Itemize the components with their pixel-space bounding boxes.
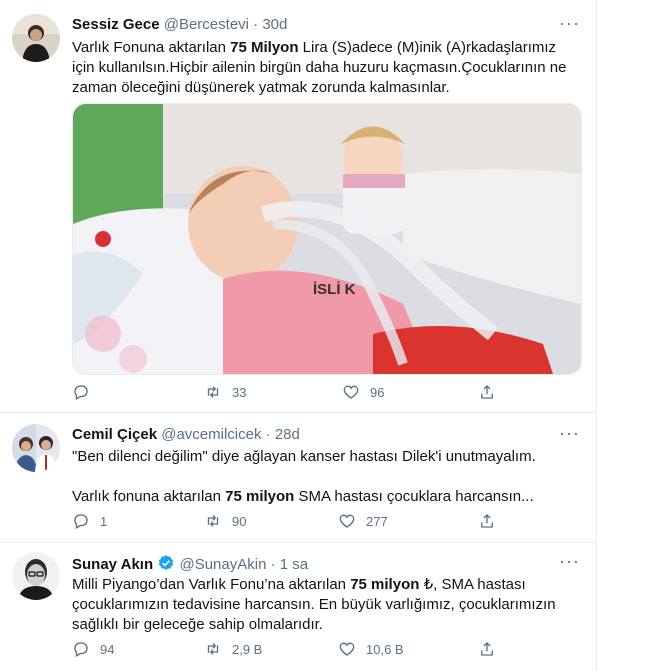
reply-icon — [74, 642, 88, 657]
tweet-header: Sessiz Gece @Bercestevi · 30d — [72, 16, 287, 33]
tweet-actions: 94 2,9 B 10,6 B — [72, 640, 512, 660]
reply-count: 94 — [100, 641, 115, 657]
reply-icon — [74, 514, 88, 529]
retweet-button[interactable]: 33 — [204, 383, 246, 401]
tweet-actions: 33 96 — [72, 383, 512, 403]
tweet-text: "Ben dilenci değilim" diye ağlayan kanse… — [72, 447, 577, 507]
tweet-text-line: Varlık fonuna aktarılan 75 milyon SMA ha… — [72, 487, 577, 507]
tweet-text-bold: 75 milyon — [350, 576, 420, 593]
timeline: Sessiz Gece @Bercestevi · 30d ··· Varlık… — [0, 0, 597, 671]
tweet-text-part: SMA hastası çocuklara harcansın... — [294, 488, 534, 505]
timestamp[interactable]: 30d — [262, 16, 287, 33]
tweet-header: Cemil Çiçek @avcemilcicek · 28d — [72, 426, 300, 443]
separator-dot: · — [253, 16, 259, 33]
avatar[interactable] — [12, 14, 60, 62]
share-button[interactable] — [478, 383, 496, 401]
author-name[interactable]: Sunay Akın — [72, 556, 153, 573]
retweet-icon — [207, 515, 219, 527]
author-handle[interactable]: @Bercestevi — [164, 16, 249, 33]
reply-button[interactable]: 1 — [72, 512, 107, 530]
reply-count: 1 — [100, 513, 108, 529]
separator-dot: · — [265, 426, 271, 443]
author-name[interactable]: Cemil Çiçek — [72, 426, 157, 443]
author-handle[interactable]: @SunayAkin — [179, 556, 266, 573]
tweet-actions: 1 90 277 — [72, 512, 512, 532]
share-button[interactable] — [478, 512, 496, 530]
retweet-count: 33 — [232, 384, 247, 400]
more-options-icon[interactable]: ··· — [559, 551, 580, 572]
reply-button[interactable] — [72, 383, 100, 401]
like-button[interactable]: 10,6 B — [338, 640, 404, 658]
retweet-count: 2,9 B — [232, 641, 263, 657]
heart-icon — [343, 385, 359, 399]
like-count: 277 — [366, 513, 388, 529]
heart-icon — [339, 514, 355, 528]
tweet-photo[interactable]: İSLİ K — [72, 103, 582, 375]
more-options-icon[interactable]: ··· — [559, 13, 580, 34]
like-button[interactable]: 277 — [338, 512, 388, 530]
like-button[interactable]: 96 — [342, 383, 384, 401]
tweet[interactable]: Cemil Çiçek @avcemilcicek · 28d ··· "Ben… — [0, 412, 596, 543]
tweet-text-bold: 75 milyon — [225, 488, 295, 505]
author-name[interactable]: Sessiz Gece — [72, 16, 160, 33]
share-icon — [481, 385, 493, 399]
tweet-text-part: Varlık Fonuna aktarılan — [72, 39, 231, 56]
retweet-button[interactable]: 90 — [204, 512, 246, 530]
tweet-text-line: "Ben dilenci değilim" diye ağlayan kanse… — [72, 448, 536, 465]
share-icon — [481, 642, 493, 656]
verified-badge-icon — [159, 555, 174, 570]
retweet-icon — [207, 386, 219, 398]
share-icon — [481, 514, 493, 528]
tweet-header: Sunay Akın @SunayAkin · 1 sa — [72, 554, 308, 573]
avatar[interactable] — [12, 552, 60, 600]
retweet-button[interactable]: 2,9 B — [204, 640, 262, 658]
more-options-icon[interactable]: ··· — [559, 423, 580, 444]
avatar[interactable] — [12, 424, 60, 472]
heart-icon — [339, 642, 355, 656]
tweet[interactable]: Sessiz Gece @Bercestevi · 30d ··· Varlık… — [0, 0, 596, 413]
share-button[interactable] — [478, 640, 496, 658]
tweet-text-part: Milli Piyango’dan Varlık Fonu’na aktarıl… — [72, 576, 351, 593]
photo-caption: İSLİ K — [313, 281, 356, 298]
retweet-count: 90 — [232, 513, 247, 529]
tweet-text-part: Varlık fonuna aktarılan — [72, 488, 226, 505]
like-count: 96 — [370, 384, 385, 400]
tweet[interactable]: Sunay Akın @SunayAkin · 1 sa ··· Milli P… — [0, 542, 596, 671]
retweet-icon — [207, 643, 219, 655]
reply-button[interactable]: 94 — [72, 640, 114, 658]
timestamp[interactable]: 28d — [275, 426, 300, 443]
like-count: 10,6 B — [366, 641, 404, 657]
tweet-text-bold: 75 Milyon — [230, 39, 299, 56]
tweet-text: Varlık Fonuna aktarılan 75 Milyon Lira (… — [72, 38, 577, 98]
timestamp[interactable]: 1 sa — [280, 556, 308, 573]
tweet-text: Milli Piyango’dan Varlık Fonu’na aktarıl… — [72, 575, 577, 635]
separator-dot: · — [270, 556, 276, 573]
author-handle[interactable]: @avcemilcicek — [161, 426, 261, 443]
reply-icon — [74, 385, 88, 400]
